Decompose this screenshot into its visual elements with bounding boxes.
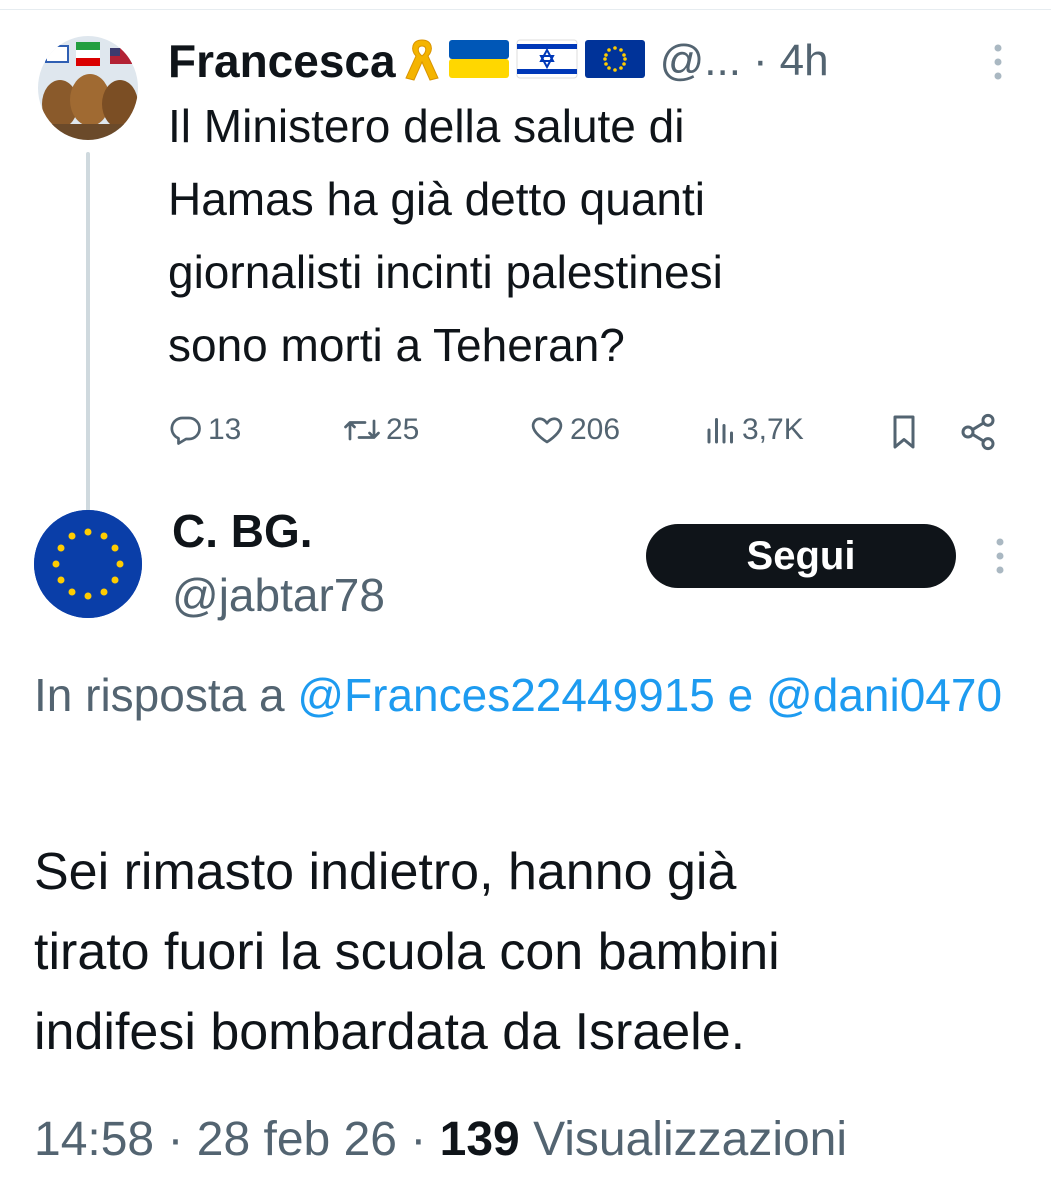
share-button[interactable]	[958, 412, 998, 452]
reply-prefix: In risposta a	[34, 669, 285, 721]
parent-tweet-header: Francesca @... · 4h	[168, 32, 829, 90]
reply-button[interactable]: 13	[168, 412, 241, 448]
lions-flags-avatar-icon	[38, 36, 138, 140]
israel-flag-emoji-icon	[516, 36, 578, 87]
meta-separator-2: ·	[410, 1113, 427, 1166]
avatar-cbg[interactable]	[34, 510, 142, 618]
tweet-timestamp[interactable]: 14:58	[34, 1113, 154, 1166]
tweet-time[interactable]: 4h	[780, 36, 829, 86]
tweet-metadata: 14:58 · 28 feb 26 · 139 Visualizzazioni	[34, 1112, 847, 1167]
heart-icon	[531, 417, 563, 444]
repost-icon	[344, 419, 380, 441]
share-icon	[961, 413, 995, 451]
reply-count: 13	[208, 413, 242, 446]
repost-count: 25	[386, 413, 420, 446]
reply-context: In risposta a @Frances22449915 e @dani04…	[34, 656, 1014, 734]
bookmark-icon	[893, 415, 915, 449]
bookmark-button[interactable]	[886, 412, 922, 452]
author-name[interactable]: Francesca	[168, 34, 396, 88]
views-label: Visualizzazioni	[533, 1113, 848, 1166]
thread-connector-line	[86, 152, 90, 512]
like-count: 206	[570, 413, 621, 446]
tweet-date[interactable]: 28 feb 26	[197, 1113, 397, 1166]
mention-link-1[interactable]: @Frances22449915	[297, 669, 715, 721]
mention-link-2[interactable]: @dani0470	[766, 669, 1002, 721]
mention-conjunction: e	[727, 669, 754, 721]
views-total: 139	[439, 1113, 520, 1166]
tweet-separator: ·	[752, 36, 768, 85]
analytics-icon	[707, 418, 733, 444]
avatar-francesca[interactable]	[38, 36, 138, 140]
repost-button[interactable]: 25	[342, 412, 419, 448]
follow-button[interactable]: Segui	[646, 524, 956, 588]
meta-separator-1: ·	[167, 1113, 184, 1166]
author-handle[interactable]: @...	[660, 36, 741, 86]
ukraine-flag-emoji-icon	[448, 36, 510, 87]
like-button[interactable]: 206	[528, 412, 620, 448]
reply-author-name[interactable]: C. BG.	[172, 504, 313, 558]
top-divider	[0, 9, 1051, 10]
eu-flag-emoji-icon	[584, 36, 646, 87]
views-count: 3,7K	[742, 413, 804, 446]
parent-tweet-text: Il Ministero della salute di Hamas ha gi…	[168, 100, 723, 371]
yellow-ribbon-emoji-icon	[402, 36, 442, 87]
more-options-icon[interactable]	[988, 40, 1008, 89]
reply-icon	[170, 416, 201, 445]
views-button[interactable]: 3,7K	[704, 412, 804, 448]
reply-tweet-text: Sei rimasto indietro, hanno già tirato f…	[34, 843, 780, 1061]
eu-stars-avatar-icon	[34, 510, 142, 618]
tweet-actions-bar: 13 25 206 3,7K	[168, 412, 1008, 456]
reply-more-options-icon[interactable]	[990, 534, 1010, 583]
reply-author-handle[interactable]: @jabtar78	[172, 568, 385, 622]
